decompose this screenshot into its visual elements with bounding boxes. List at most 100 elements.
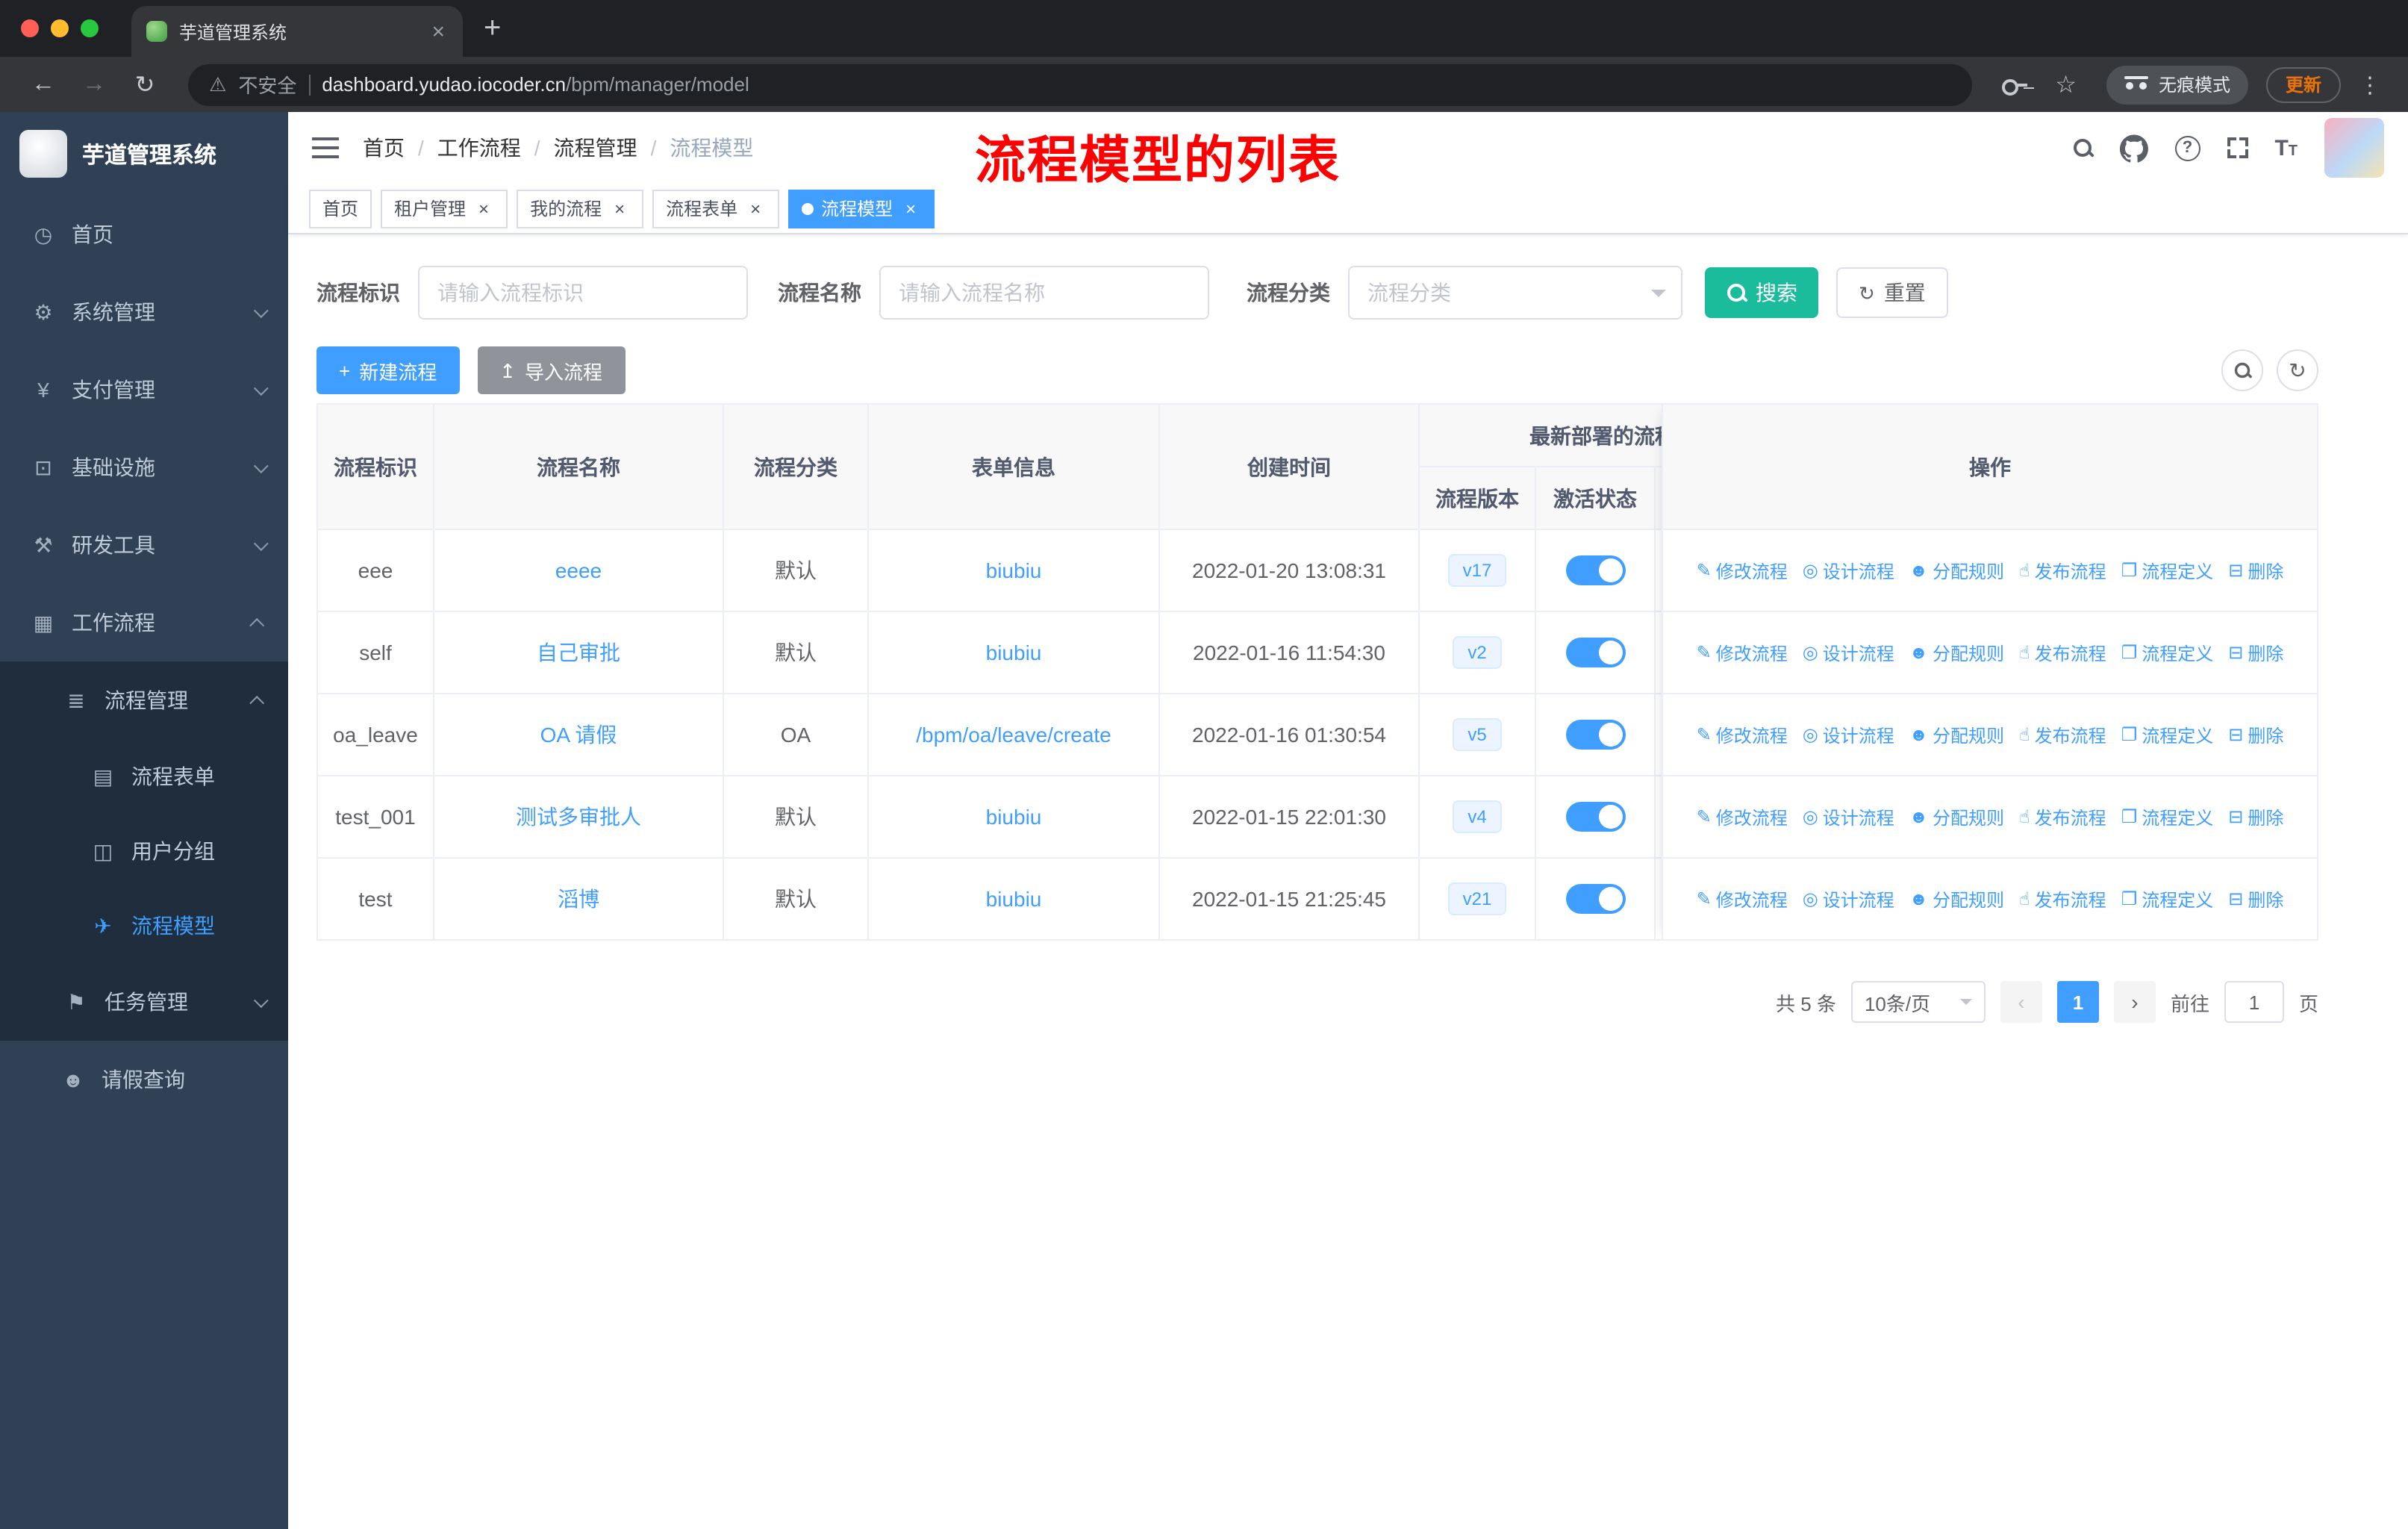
tag-home[interactable]: 首页: [309, 189, 372, 228]
active-toggle[interactable]: [1565, 884, 1625, 914]
publish-process-link[interactable]: ☝ 发布流程: [2019, 886, 2106, 912]
close-icon[interactable]: ×: [473, 198, 494, 219]
sidebar-item-system[interactable]: ⚙ 系统管理: [0, 273, 288, 351]
design-process-link[interactable]: ◎ 设计流程: [1803, 722, 1894, 747]
tag-process-form[interactable]: 流程表单 ×: [652, 189, 780, 228]
form-info-link[interactable]: biubiu: [986, 887, 1042, 911]
process-definition-link[interactable]: ❐ 流程定义: [2121, 886, 2214, 912]
browser-menu-kebab-icon[interactable]: ⋮: [2353, 71, 2387, 98]
design-process-link[interactable]: ◎ 设计流程: [1803, 558, 1894, 583]
hamburger-icon[interactable]: [312, 137, 339, 158]
process-definition-link[interactable]: ❐ 流程定义: [2121, 640, 2214, 665]
process-definition-link[interactable]: ❐ 流程定义: [2121, 804, 2214, 829]
sidebar-item-process-mgmt[interactable]: ≣ 流程管理: [0, 661, 288, 739]
back-icon[interactable]: ←: [21, 71, 66, 98]
tag-process-model[interactable]: 流程模型 ×: [788, 189, 935, 228]
form-info-link[interactable]: biubiu: [986, 641, 1042, 664]
assign-rule-link[interactable]: ☻ 分配规则: [1909, 558, 2004, 583]
new-tab-button[interactable]: +: [484, 11, 501, 46]
breadcrumb-workflow[interactable]: 工作流程: [437, 133, 521, 163]
filter-name-input[interactable]: [879, 266, 1209, 320]
active-toggle[interactable]: [1565, 720, 1625, 750]
url-bar[interactable]: ⚠ 不安全 dashboard.yudao.iocoder.cn/bpm/man…: [188, 63, 1972, 105]
user-avatar[interactable]: [2324, 118, 2384, 178]
update-button[interactable]: 更新: [2265, 66, 2341, 102]
sidebar-item-home[interactable]: ◷ 首页: [0, 196, 288, 273]
form-info-link[interactable]: biubiu: [986, 558, 1042, 582]
tag-my-process[interactable]: 我的流程 ×: [517, 189, 644, 228]
bookmark-star-icon[interactable]: ☆: [2055, 69, 2077, 99]
design-process-link[interactable]: ◎ 设计流程: [1803, 804, 1894, 829]
process-name-link[interactable]: 自己审批: [537, 641, 620, 664]
delete-process-link[interactable]: ⊟ 删除: [2228, 886, 2283, 912]
sidebar-item-process-model[interactable]: ✈ 流程模型: [0, 888, 288, 963]
browser-tab[interactable]: 芋道管理系统 ×: [131, 6, 463, 57]
window-close-button[interactable]: [21, 19, 39, 37]
reload-icon[interactable]: ↻: [122, 69, 167, 99]
assign-rule-link[interactable]: ☻ 分配规则: [1909, 722, 2004, 747]
design-process-link[interactable]: ◎ 设计流程: [1803, 640, 1894, 665]
window-zoom-button[interactable]: [81, 19, 99, 37]
breadcrumb-process-mgmt[interactable]: 流程管理: [554, 133, 637, 163]
github-icon[interactable]: [2119, 134, 2148, 162]
help-icon[interactable]: [2174, 135, 2200, 161]
assign-rule-link[interactable]: ☻ 分配规则: [1909, 886, 2004, 912]
key-icon[interactable]: [2001, 72, 2028, 96]
delete-process-link[interactable]: ⊟ 删除: [2228, 722, 2283, 747]
sidebar-item-devtools[interactable]: ⚒ 研发工具: [0, 506, 288, 584]
process-definition-link[interactable]: ❐ 流程定义: [2121, 558, 2214, 583]
reset-button[interactable]: ↻ 重置: [1836, 267, 1948, 318]
sidebar-item-user-group[interactable]: ◫ 用户分组: [0, 814, 288, 888]
window-minimize-button[interactable]: [51, 19, 69, 37]
edit-process-link[interactable]: ✎ 修改流程: [1697, 640, 1788, 665]
security-label[interactable]: 不安全: [238, 70, 296, 99]
active-toggle[interactable]: [1565, 638, 1625, 667]
process-name-link[interactable]: 滔博: [558, 887, 599, 911]
edit-process-link[interactable]: ✎ 修改流程: [1697, 804, 1788, 829]
edit-process-link[interactable]: ✎ 修改流程: [1697, 722, 1788, 747]
form-info-link[interactable]: /bpm/oa/leave/create: [916, 723, 1111, 747]
publish-process-link[interactable]: ☝ 发布流程: [2019, 640, 2106, 665]
active-toggle[interactable]: [1565, 555, 1625, 585]
close-icon[interactable]: ×: [745, 198, 766, 219]
breadcrumb-home[interactable]: 首页: [363, 133, 405, 163]
create-process-button[interactable]: + 新建流程: [316, 346, 460, 394]
search-button[interactable]: 搜索: [1705, 267, 1818, 318]
tag-tenant[interactable]: 租户管理 ×: [381, 189, 508, 228]
assign-rule-link[interactable]: ☻ 分配规则: [1909, 640, 2004, 665]
forward-icon[interactable]: →: [72, 71, 116, 98]
process-name-link[interactable]: OA 请假: [540, 723, 617, 747]
process-definition-link[interactable]: ❐ 流程定义: [2121, 722, 2214, 747]
edit-process-link[interactable]: ✎ 修改流程: [1697, 886, 1788, 912]
import-process-button[interactable]: ↥ 导入流程: [477, 346, 626, 394]
process-name-link[interactable]: 测试多审批人: [516, 805, 641, 829]
refresh-table-button[interactable]: ↻: [2277, 349, 2318, 391]
process-name-link[interactable]: eeee: [555, 558, 602, 582]
search-icon[interactable]: [2071, 137, 2092, 158]
delete-process-link[interactable]: ⊟ 删除: [2228, 640, 2283, 665]
edit-process-link[interactable]: ✎ 修改流程: [1697, 558, 1788, 583]
sidebar-item-infrastructure[interactable]: ⊡ 基础设施: [0, 429, 288, 506]
sidebar-item-leave-query[interactable]: ☻ 请假查询: [0, 1041, 288, 1118]
design-process-link[interactable]: ◎ 设计流程: [1803, 886, 1894, 912]
publish-process-link[interactable]: ☝ 发布流程: [2019, 722, 2106, 747]
next-page-button[interactable]: ›: [2113, 981, 2156, 1023]
toggle-search-button[interactable]: [2221, 349, 2263, 391]
close-icon[interactable]: ×: [900, 198, 921, 219]
font-size-icon[interactable]: [2274, 137, 2298, 159]
delete-process-link[interactable]: ⊟ 删除: [2228, 804, 2283, 829]
sidebar-item-payment[interactable]: ¥ 支付管理: [0, 351, 288, 429]
publish-process-link[interactable]: ☝ 发布流程: [2019, 558, 2106, 583]
prev-page-button[interactable]: ‹: [2000, 981, 2042, 1023]
sidebar-item-task-mgmt[interactable]: ⚑ 任务管理: [0, 963, 288, 1041]
filter-key-input[interactable]: [418, 266, 748, 320]
page-size-select[interactable]: 10条/页: [1850, 981, 1986, 1023]
current-page-button[interactable]: 1: [2056, 981, 2099, 1023]
delete-process-link[interactable]: ⊟ 删除: [2228, 558, 2283, 583]
active-toggle[interactable]: [1565, 802, 1625, 832]
sidebar-item-process-form[interactable]: ▤ 流程表单: [0, 739, 288, 814]
tab-close-icon[interactable]: ×: [428, 19, 448, 44]
filter-category-select[interactable]: 流程分类: [1348, 266, 1682, 320]
fullscreen-icon[interactable]: [2227, 137, 2248, 158]
sidebar-item-workflow[interactable]: ▦ 工作流程: [0, 584, 288, 661]
